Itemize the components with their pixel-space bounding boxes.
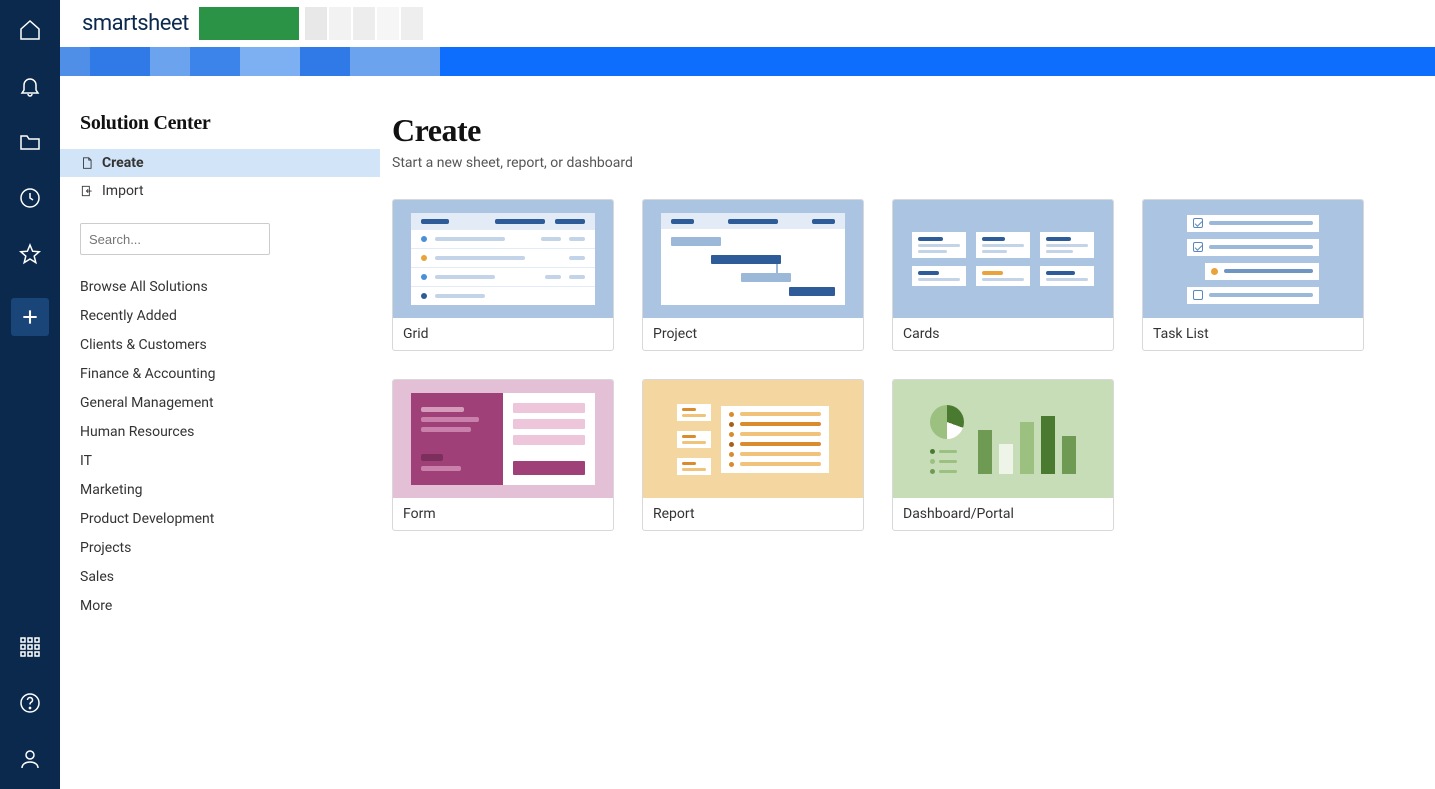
brand-logo[interactable]: smartsheet — [82, 11, 189, 36]
page-subtitle: Start a new sheet, report, or dashboard — [392, 155, 1395, 171]
category-list: Browse All Solutions Recently Added Clie… — [80, 279, 360, 614]
nav-rail — [0, 0, 60, 789]
category-clients[interactable]: Clients & Customers — [80, 337, 360, 353]
category-general-mgmt[interactable]: General Management — [80, 395, 360, 411]
clock-icon[interactable] — [18, 186, 42, 210]
grid-preview-icon — [393, 200, 613, 318]
header: smartsheet — [60, 0, 1435, 47]
template-cards-card[interactable]: Cards — [892, 199, 1114, 351]
template-label: Cards — [893, 318, 1113, 350]
template-label: Grid — [393, 318, 613, 350]
banner — [60, 47, 1435, 76]
create-area: Create Start a new sheet, report, or das… — [380, 76, 1435, 789]
category-projects[interactable]: Projects — [80, 540, 360, 556]
template-tasklist-card[interactable]: Task List — [1142, 199, 1364, 351]
dashboard-preview-icon — [893, 380, 1113, 498]
template-label: Task List — [1143, 318, 1363, 350]
category-finance[interactable]: Finance & Accounting — [80, 366, 360, 382]
template-label: Project — [643, 318, 863, 350]
category-it[interactable]: IT — [80, 453, 360, 469]
search-input[interactable] — [89, 232, 265, 247]
main-column: smartsheet Solution Center Create — [60, 0, 1435, 789]
sidebar-nav: Create Import — [60, 149, 380, 205]
folder-icon[interactable] — [18, 130, 42, 154]
search-box[interactable] — [80, 223, 270, 255]
form-preview-icon — [393, 380, 613, 498]
project-preview-icon — [643, 200, 863, 318]
import-icon — [80, 184, 94, 198]
bell-icon[interactable] — [18, 74, 42, 98]
create-button[interactable] — [11, 298, 49, 336]
report-preview-icon — [643, 380, 863, 498]
category-recently-added[interactable]: Recently Added — [80, 308, 360, 324]
category-browse-all[interactable]: Browse All Solutions — [80, 279, 360, 295]
template-project-card[interactable]: Project — [642, 199, 864, 351]
template-form-card[interactable]: Form — [392, 379, 614, 531]
sidebar-nav-label: Create — [102, 155, 144, 171]
apps-icon[interactable] — [18, 635, 42, 659]
template-grid-card[interactable]: Grid — [392, 199, 614, 351]
sidebar-nav-import[interactable]: Import — [60, 177, 380, 205]
tasklist-preview-icon — [1143, 200, 1363, 318]
home-icon[interactable] — [18, 18, 42, 42]
sidebar-nav-create[interactable]: Create — [60, 149, 380, 177]
category-sales[interactable]: Sales — [80, 569, 360, 585]
help-icon[interactable] — [18, 691, 42, 715]
cards-preview-icon — [893, 200, 1113, 318]
category-product-dev[interactable]: Product Development — [80, 511, 360, 527]
category-more[interactable]: More — [80, 598, 360, 614]
sidebar-nav-label: Import — [102, 183, 144, 199]
template-report-card[interactable]: Report — [642, 379, 864, 531]
redacted-block — [199, 7, 299, 40]
user-icon[interactable] — [18, 747, 42, 771]
template-label: Form — [393, 498, 613, 530]
template-label: Report — [643, 498, 863, 530]
redacted-pixels — [305, 7, 423, 40]
banner-redacted — [60, 47, 440, 76]
template-grid: Grid — [392, 199, 1395, 531]
page-title: Create — [392, 112, 1395, 149]
template-dashboard-card[interactable]: Dashboard/Portal — [892, 379, 1114, 531]
sheet-icon — [80, 156, 94, 170]
category-marketing[interactable]: Marketing — [80, 482, 360, 498]
category-hr[interactable]: Human Resources — [80, 424, 360, 440]
sidebar-title: Solution Center — [80, 112, 360, 135]
sidebar: Solution Center Create Import Browse All… — [60, 76, 380, 789]
template-label: Dashboard/Portal — [893, 498, 1113, 530]
star-icon[interactable] — [18, 242, 42, 266]
